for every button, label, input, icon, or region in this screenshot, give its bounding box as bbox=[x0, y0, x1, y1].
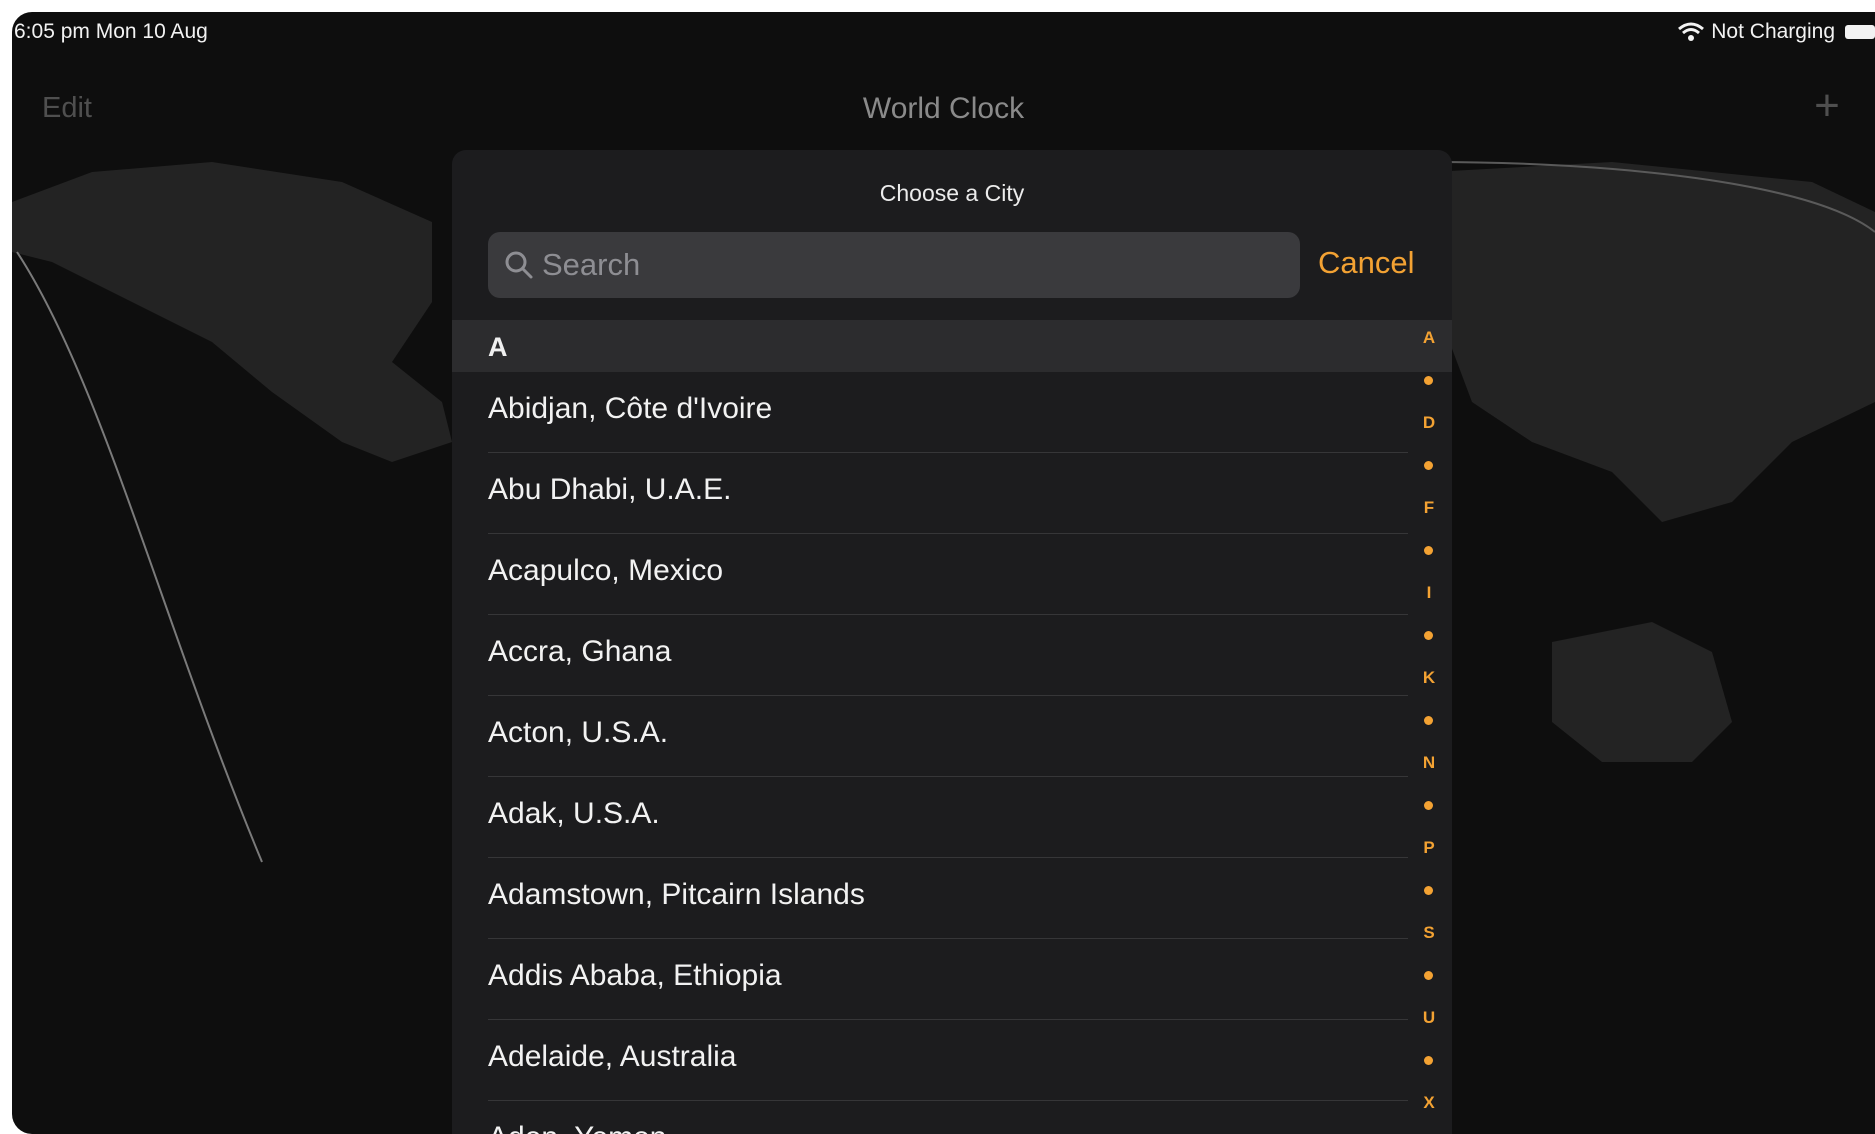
north-america-landmass bbox=[12, 162, 452, 462]
index-letter[interactable]: U bbox=[1414, 1008, 1444, 1028]
city-name: Acton, U.S.A. bbox=[488, 716, 669, 749]
city-name: Adak, U.S.A. bbox=[488, 797, 660, 830]
index-letter[interactable]: A bbox=[1414, 328, 1444, 348]
index-letter[interactable]: D bbox=[1414, 413, 1444, 433]
index-dot[interactable] bbox=[1424, 376, 1433, 385]
city-name: Addis Ababa, Ethiopia bbox=[488, 959, 782, 992]
index-dot[interactable] bbox=[1424, 631, 1433, 640]
index-letter[interactable]: X bbox=[1414, 1093, 1444, 1113]
index-dot[interactable] bbox=[1424, 716, 1433, 725]
section-index-bar[interactable]: A D F I K N P S U X bbox=[1414, 328, 1444, 1134]
battery-icon bbox=[1845, 25, 1875, 39]
city-row[interactable]: Aden, Yemen bbox=[452, 1101, 1452, 1134]
plus-icon: + bbox=[1814, 81, 1840, 130]
index-dot[interactable] bbox=[1424, 461, 1433, 470]
asia-landmass bbox=[1432, 162, 1875, 522]
status-time-date: 6:05 pm Mon 10 Aug bbox=[14, 20, 208, 43]
index-letter[interactable]: P bbox=[1414, 838, 1444, 858]
city-row[interactable]: Acapulco, Mexico bbox=[452, 534, 1452, 615]
search-input[interactable] bbox=[542, 232, 1282, 298]
city-row[interactable]: Adamstown, Pitcairn Islands bbox=[452, 858, 1452, 939]
city-row[interactable]: Abidjan, Côte d'Ivoire bbox=[452, 372, 1452, 453]
wifi-icon bbox=[1678, 22, 1705, 41]
search-field[interactable] bbox=[488, 232, 1300, 298]
city-name: Acapulco, Mexico bbox=[488, 554, 724, 587]
index-dot[interactable] bbox=[1424, 886, 1433, 895]
city-row[interactable]: Acton, U.S.A. bbox=[452, 696, 1452, 777]
australia-landmass bbox=[1552, 622, 1732, 762]
index-letter[interactable]: N bbox=[1414, 753, 1444, 773]
city-row[interactable]: Addis Ababa, Ethiopia bbox=[452, 939, 1452, 1020]
index-letter[interactable]: S bbox=[1414, 923, 1444, 943]
city-row[interactable]: Adelaide, Australia bbox=[452, 1020, 1452, 1101]
charging-status: Not Charging bbox=[1711, 20, 1835, 43]
index-dot[interactable] bbox=[1424, 1056, 1433, 1065]
city-name: Adelaide, Australia bbox=[488, 1040, 737, 1073]
city-row[interactable]: Abu Dhabi, U.A.E. bbox=[452, 453, 1452, 534]
index-letter[interactable]: K bbox=[1414, 668, 1444, 688]
city-name: Abidjan, Côte d'Ivoire bbox=[488, 392, 773, 425]
city-row[interactable]: Accra, Ghana bbox=[452, 615, 1452, 696]
device-screen: 6:05 pm Mon 10 Aug Not Charging Edit Wor… bbox=[12, 12, 1875, 1134]
search-icon bbox=[505, 251, 533, 279]
index-dot[interactable] bbox=[1424, 801, 1433, 810]
city-row[interactable]: Adak, U.S.A. bbox=[452, 777, 1452, 858]
index-letter[interactable]: F bbox=[1414, 498, 1444, 518]
navigation-bar: Edit World Clock + bbox=[12, 52, 1875, 142]
cancel-button[interactable]: Cancel bbox=[1318, 245, 1415, 281]
status-right-group: Not Charging bbox=[1677, 20, 1875, 44]
modal-title: Choose a City bbox=[879, 180, 1025, 206]
index-dot[interactable] bbox=[1424, 971, 1433, 980]
index-letter[interactable]: I bbox=[1414, 583, 1444, 603]
add-city-button[interactable]: + bbox=[1807, 84, 1847, 128]
city-name: Aden, Yemen bbox=[488, 1121, 667, 1134]
index-dot[interactable] bbox=[1424, 546, 1433, 555]
page-title: World Clock bbox=[862, 92, 1025, 125]
city-name: Adamstown, Pitcairn Islands bbox=[488, 878, 865, 911]
city-list: Abidjan, Côte d'Ivoire Abu Dhabi, U.A.E.… bbox=[452, 372, 1452, 1134]
city-name: Accra, Ghana bbox=[488, 635, 672, 668]
section-header-letter: A bbox=[488, 332, 508, 362]
choose-city-modal: Choose a City Cancel A Abidjan, Côte d'I… bbox=[452, 150, 1452, 1134]
section-header: A bbox=[452, 320, 1452, 372]
status-bar: 6:05 pm Mon 10 Aug Not Charging bbox=[12, 12, 1875, 52]
city-name: Abu Dhabi, U.A.E. bbox=[488, 473, 732, 506]
